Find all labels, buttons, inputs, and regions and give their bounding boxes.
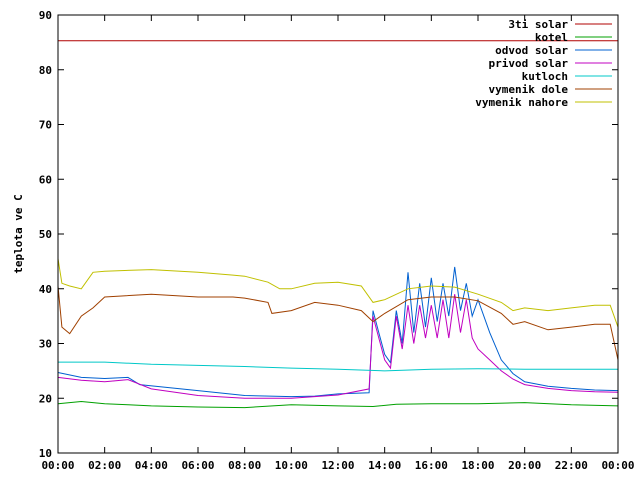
x-tick-label: 12:00 bbox=[321, 459, 354, 472]
y-tick-label: 40 bbox=[39, 283, 52, 296]
x-tick-label: 00:00 bbox=[41, 459, 74, 472]
y-tick-label: 80 bbox=[39, 64, 52, 77]
x-tick-label: 22:00 bbox=[555, 459, 588, 472]
x-tick-label: 06:00 bbox=[181, 459, 214, 472]
legend-label: vymenik dole bbox=[489, 83, 569, 96]
legend-label: odvod solar bbox=[495, 44, 568, 57]
legend-label: 3ti solar bbox=[508, 18, 568, 31]
x-tick-label: 16:00 bbox=[415, 459, 448, 472]
y-tick-label: 60 bbox=[39, 173, 52, 186]
legend-label: privod solar bbox=[489, 57, 569, 70]
y-tick-label: 30 bbox=[39, 338, 52, 351]
legend-label: vymenik nahore bbox=[475, 96, 568, 109]
x-tick-label: 04:00 bbox=[135, 459, 168, 472]
x-tick-label: 00:00 bbox=[601, 459, 634, 472]
y-tick-label: 50 bbox=[39, 228, 52, 241]
line-chart: 102030405060708090 00:00 02:00 04:00 06:00 0… bbox=[0, 0, 640, 480]
y-tick-label: 90 bbox=[39, 9, 52, 22]
x-tick-label: 08:00 bbox=[228, 459, 261, 472]
y-axis-label: teplota ve C bbox=[12, 194, 25, 273]
legend-label: kutloch bbox=[522, 70, 568, 83]
x-tick-label: 20:00 bbox=[508, 459, 541, 472]
y-tick-label: 20 bbox=[39, 392, 52, 405]
y-tick-label: 70 bbox=[39, 119, 52, 132]
x-tick-label: 14:00 bbox=[368, 459, 401, 472]
x-tick-label: 18:00 bbox=[461, 459, 494, 472]
x-tick-label: 10:00 bbox=[275, 459, 308, 472]
x-tick-label: 02:00 bbox=[88, 459, 121, 472]
legend-label: kotel bbox=[535, 31, 568, 44]
